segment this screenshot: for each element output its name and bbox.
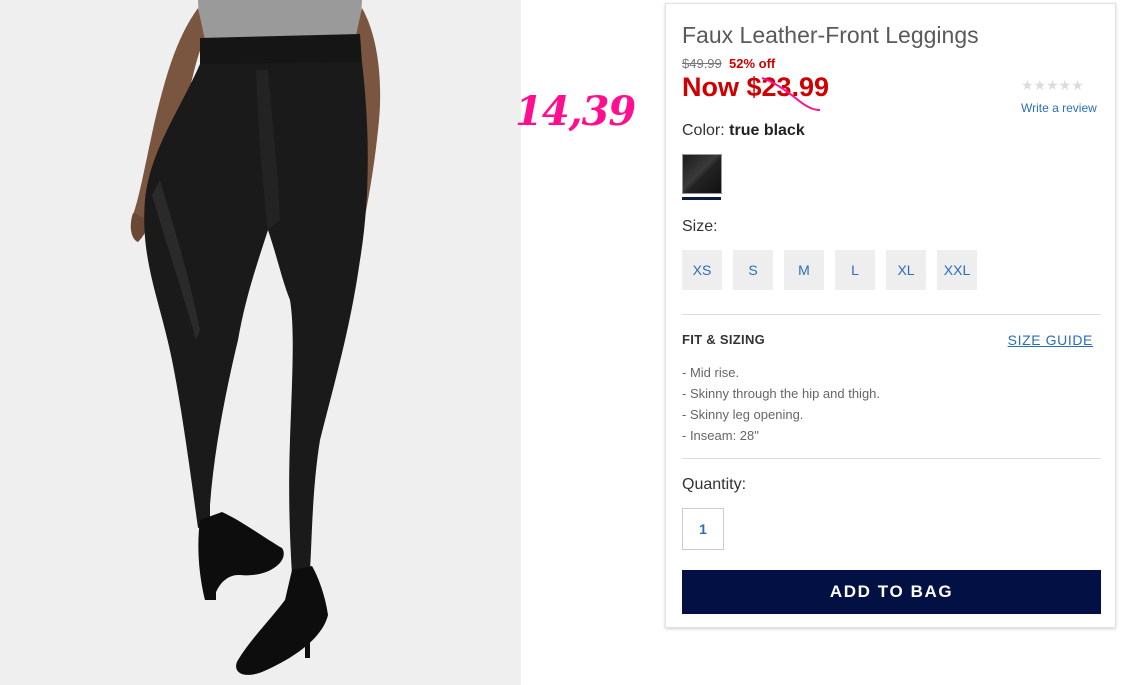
size-label: Size:	[682, 218, 718, 235]
leggings-photo	[0, 0, 521, 685]
divider	[682, 458, 1101, 459]
color-label: Color:	[682, 122, 725, 139]
product-image[interactable]	[0, 0, 521, 685]
size-button-xxl[interactable]: XXL	[937, 250, 977, 290]
size-guide-link[interactable]: SIZE GUIDE	[1008, 332, 1093, 348]
size-button-xs[interactable]: XS	[682, 250, 722, 290]
size-options: XS S M L XL XXL	[682, 250, 977, 290]
color-selection: Color: true black	[682, 122, 805, 140]
discount-badge: 52% off	[729, 56, 776, 71]
original-price: $49.99	[682, 56, 722, 71]
size-button-m[interactable]: M	[784, 250, 824, 290]
swatch-selected-indicator	[682, 197, 721, 200]
product-details-panel: Faux Leather-Front Leggings $49.99 52% o…	[665, 3, 1116, 628]
write-review-link[interactable]: Write a review	[1021, 101, 1097, 115]
add-to-bag-button[interactable]: ADD TO BAG	[682, 570, 1101, 614]
color-swatch-true-black[interactable]	[682, 154, 722, 194]
fit-detail-item: - Skinny leg opening.	[682, 407, 804, 422]
fit-details-list: - Mid rise. - Skinny through the hip and…	[682, 362, 880, 446]
fit-detail-item: - Skinny through the hip and thigh.	[682, 386, 881, 401]
size-button-l[interactable]: L	[835, 250, 875, 290]
fit-detail-item: - Inseam: 28"	[682, 428, 759, 443]
quantity-input[interactable]: 1	[682, 508, 724, 550]
price-strike-scribble	[761, 77, 821, 111]
color-value: true black	[729, 122, 805, 139]
quantity-label: Quantity:	[682, 476, 747, 493]
fit-detail-item: - Mid rise.	[682, 365, 740, 380]
price-annotation: 14,39	[515, 88, 636, 135]
size-button-s[interactable]: S	[733, 250, 773, 290]
fit-sizing-heading: FIT & SIZING	[682, 332, 766, 347]
rating-stars-icon: ★★★★★	[1021, 77, 1084, 93]
divider	[682, 314, 1101, 315]
size-button-xl[interactable]: XL	[886, 250, 926, 290]
product-title: Faux Leather-Front Leggings	[682, 22, 979, 48]
